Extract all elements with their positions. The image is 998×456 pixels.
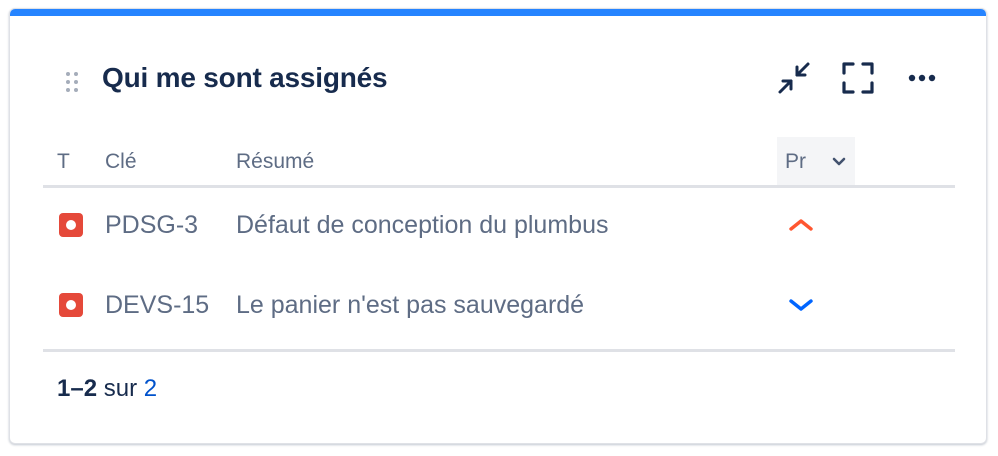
header-divider bbox=[43, 185, 955, 188]
table-header: T Clé Résumé Pr bbox=[43, 137, 955, 187]
more-actions-button[interactable] bbox=[903, 59, 941, 97]
column-header-summary[interactable]: Résumé bbox=[236, 137, 314, 187]
chevron-down-icon bbox=[832, 157, 846, 166]
fullscreen-button[interactable] bbox=[839, 59, 877, 97]
table-row[interactable]: PDSG-3 Défaut de conception du plumbus bbox=[43, 195, 955, 255]
column-header-key[interactable]: Clé bbox=[105, 137, 137, 187]
footer-divider bbox=[43, 349, 955, 352]
issue-summary[interactable]: Le panier n'est pas sauvegardé bbox=[236, 275, 584, 335]
priority-high-icon bbox=[789, 219, 813, 231]
column-header-priority[interactable]: Pr bbox=[777, 137, 855, 187]
issue-key[interactable]: DEVS-15 bbox=[105, 275, 209, 335]
minimize-button[interactable] bbox=[775, 59, 813, 97]
gadget-accent-bar bbox=[10, 9, 986, 16]
issue-key[interactable]: PDSG-3 bbox=[105, 195, 198, 255]
pagination-separator: sur bbox=[103, 375, 138, 402]
column-header-type[interactable]: T bbox=[57, 137, 70, 187]
bug-icon bbox=[59, 213, 83, 237]
minimize-arrows-icon bbox=[778, 62, 810, 94]
priority-low-icon bbox=[789, 299, 813, 311]
pagination-summary: 1–2 sur 2 bbox=[57, 371, 157, 407]
column-header-priority-label: Pr bbox=[785, 150, 806, 173]
pagination-total-link[interactable]: 2 bbox=[144, 375, 157, 402]
bug-icon bbox=[59, 293, 83, 317]
pagination-range: 1–2 bbox=[57, 375, 98, 402]
fullscreen-icon bbox=[842, 62, 874, 94]
gadget-title: Qui me sont assignés bbox=[102, 62, 388, 93]
drag-handle-icon[interactable] bbox=[65, 67, 79, 97]
issue-summary[interactable]: Défaut de conception du plumbus bbox=[236, 195, 608, 255]
table-row[interactable]: DEVS-15 Le panier n'est pas sauvegardé bbox=[43, 275, 955, 335]
assigned-to-me-gadget: Qui me sont assignés T Clé Résumé Pr PDS… bbox=[9, 8, 987, 444]
more-horizontal-icon bbox=[908, 74, 936, 82]
